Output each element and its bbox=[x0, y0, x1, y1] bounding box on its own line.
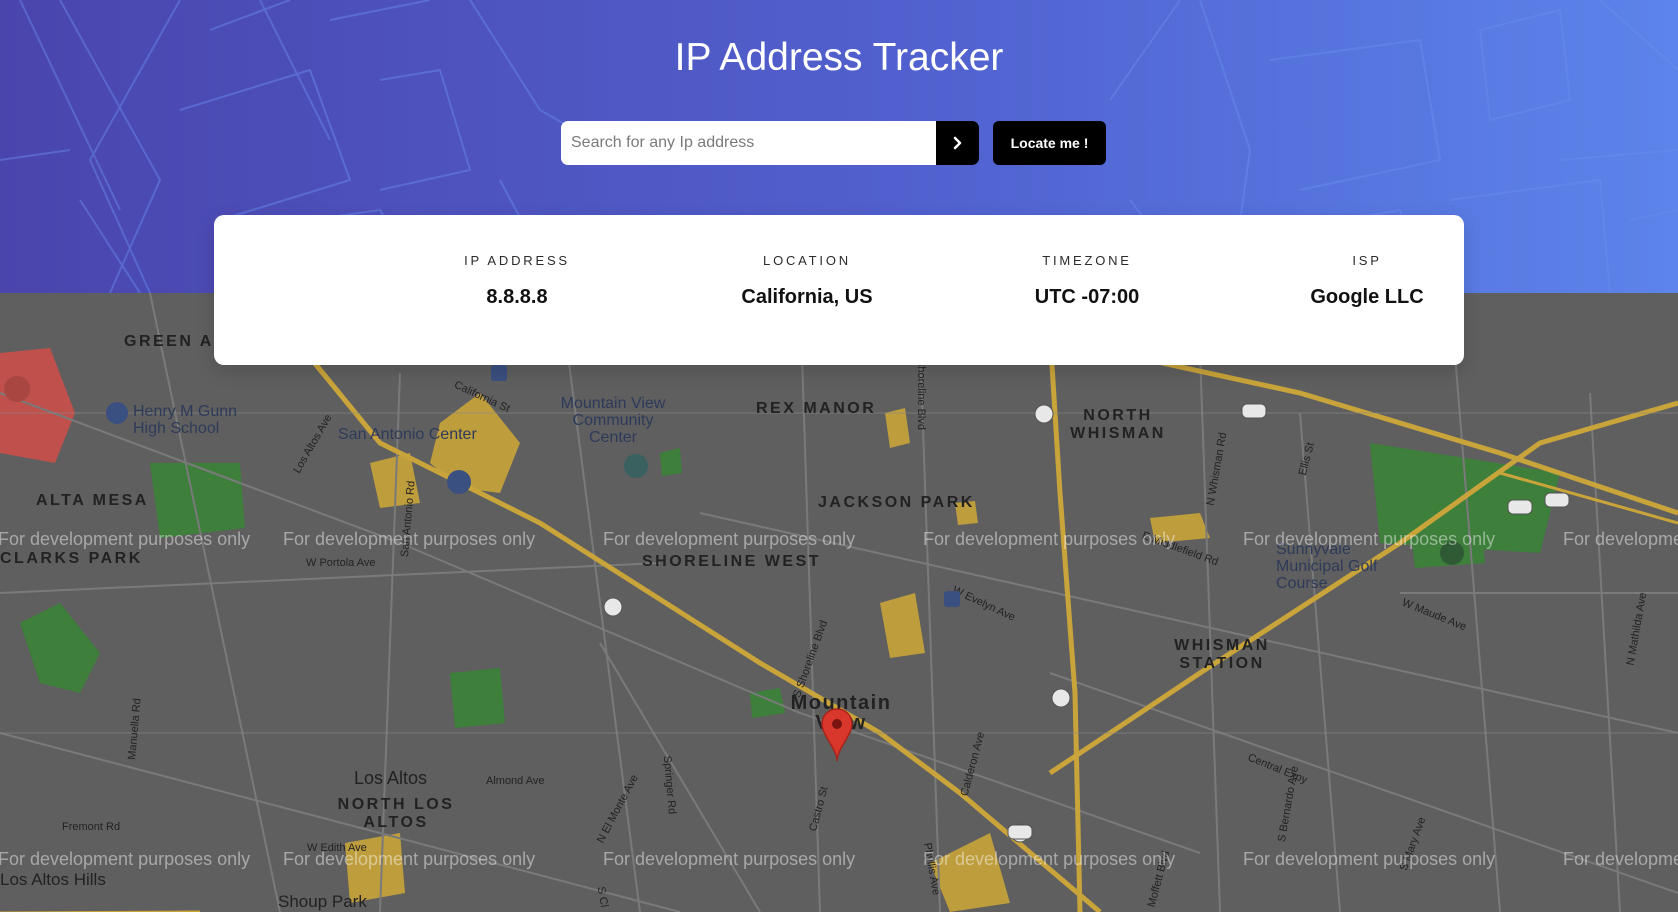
search-input[interactable] bbox=[561, 121, 936, 165]
stat-timezone: TIMEZONE UTC -07:00 bbox=[977, 253, 1197, 309]
page-title: IP Address Tracker bbox=[674, 36, 1004, 79]
dev-watermark: For development purposes only bbox=[283, 529, 536, 549]
dev-watermark: For development purposes only bbox=[923, 849, 1176, 869]
stat-value: Google LLC bbox=[1310, 286, 1424, 308]
dev-watermark: For development purposes only bbox=[1243, 529, 1496, 549]
highway-shield-icon bbox=[603, 403, 1570, 843]
dev-watermark: For development purposes only bbox=[0, 529, 251, 549]
dev-watermark: For development purposes only bbox=[603, 529, 856, 549]
map-view[interactable]: GREEN A REX MANOR NORTH WHISMAN ALTA MES… bbox=[0, 293, 1678, 912]
search-submit-button[interactable] bbox=[936, 121, 979, 165]
school-icon bbox=[106, 402, 128, 424]
stat-label: LOCATION bbox=[763, 253, 851, 268]
hospital-icon bbox=[4, 376, 30, 402]
dev-watermark: For development purposes only bbox=[1243, 849, 1496, 869]
community-center-icon bbox=[624, 454, 648, 478]
locate-me-button[interactable]: Locate me ! bbox=[993, 121, 1106, 165]
chevron-right-icon bbox=[953, 136, 961, 150]
stat-label: IP ADDRESS bbox=[464, 253, 570, 268]
stat-isp: ISP Google LLC bbox=[1257, 253, 1477, 309]
dev-watermark: For development purposes only bbox=[0, 849, 251, 869]
dev-watermark: For development purposes only bbox=[923, 529, 1176, 549]
stat-label: ISP bbox=[1352, 253, 1382, 268]
dev-watermark: For development purposes only bbox=[283, 849, 536, 869]
shopping-icon bbox=[447, 470, 471, 494]
search-bar bbox=[561, 121, 979, 165]
stat-ip-address: IP ADDRESS 8.8.8.8 bbox=[407, 253, 627, 309]
transit-icon bbox=[491, 365, 960, 607]
stat-label: TIMEZONE bbox=[1042, 253, 1132, 268]
stat-value: California, US bbox=[741, 286, 873, 308]
stat-location: LOCATION California, US bbox=[697, 253, 917, 309]
dev-watermark: For development purposes only bbox=[1563, 529, 1678, 549]
dev-watermark: For development purposes only bbox=[1563, 849, 1678, 869]
dev-watermark: For development purposes only bbox=[603, 849, 856, 869]
map-pin-icon[interactable] bbox=[820, 707, 854, 763]
map-icons bbox=[4, 365, 1570, 843]
stat-value: UTC -07:00 bbox=[1034, 286, 1140, 308]
ip-info-card: IP ADDRESS 8.8.8.8 LOCATION California, … bbox=[214, 215, 1464, 365]
stat-value: 8.8.8.8 bbox=[486, 286, 548, 308]
